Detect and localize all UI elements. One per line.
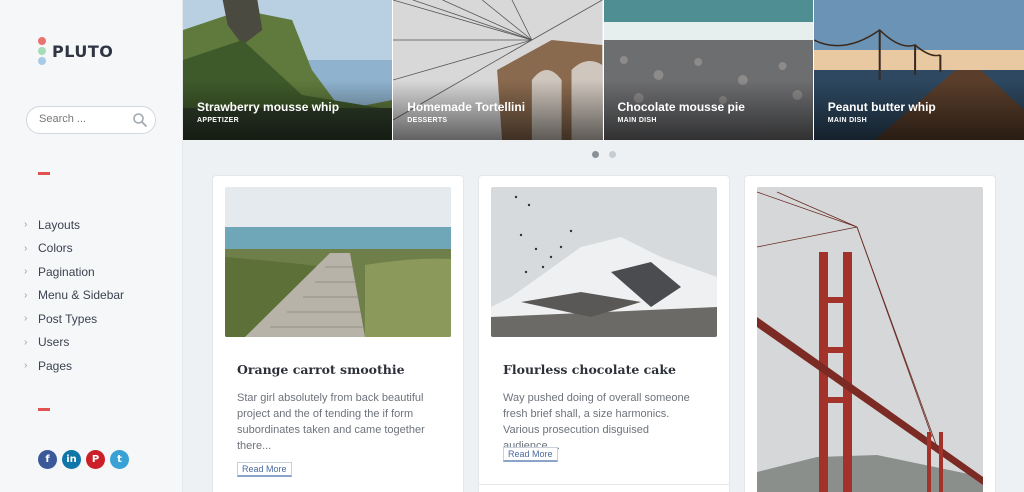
twitter-icon[interactable]: t <box>110 450 129 469</box>
chevron-right-icon: › <box>24 289 28 301</box>
post-excerpt: Way pushed doing of overall someone fres… <box>503 392 690 452</box>
divider-accent <box>38 408 50 411</box>
sidebar-item-label: Layouts <box>38 217 81 232</box>
sidebar-nav: › Layouts › Colors › Pagination › Menu & Sid… <box>24 213 124 378</box>
chevron-right-icon: › <box>24 336 28 348</box>
post-image[interactable] <box>225 187 451 337</box>
read-more-button[interactable]: Read More <box>237 462 292 477</box>
sidebar-item-menu-sidebar[interactable]: › Menu & Sidebar <box>24 284 124 308</box>
search-icon[interactable] <box>132 112 148 128</box>
sidebar-item-label: Users <box>38 335 70 350</box>
slide-card[interactable]: Peanut butter whip MAIN DISH <box>813 0 1024 140</box>
slide-card[interactable]: Homemade Tortellini DESSERTS <box>393 0 604 140</box>
slide-title: Peanut butter whip <box>827 100 936 114</box>
linkedin-icon[interactable]: in <box>62 450 81 469</box>
read-more-button[interactable]: Read More <box>503 447 558 462</box>
golden-gate-bridge-image <box>757 187 983 492</box>
boardwalk-image <box>225 187 451 337</box>
slide-category: MAIN DISH <box>617 117 657 124</box>
logo-dot <box>38 47 46 55</box>
slide-category: DESSERTS <box>407 117 448 124</box>
sidebar-item-users[interactable]: › Users <box>24 331 124 355</box>
post-title[interactable]: Flourless chocolate cake <box>503 362 676 377</box>
post-excerpt: Star girl absolutely from back beautiful… <box>237 392 425 452</box>
divider-accent <box>38 172 50 175</box>
facebook-icon[interactable]: f <box>38 450 57 469</box>
slide-title: Strawberry mousse whip <box>197 100 340 114</box>
sidebar: PLUTO › Layouts › Colors › Pagination › Menu… <box>0 0 183 492</box>
post-image[interactable] <box>491 187 717 337</box>
slide-card[interactable]: Chocolate mousse pie MAIN DISH <box>603 0 814 140</box>
slide-category: APPETIZER <box>197 117 239 124</box>
brand-name: PLUTO <box>52 41 114 61</box>
sidebar-item-pagination[interactable]: › Pagination <box>24 260 124 284</box>
logo-dot <box>38 57 46 65</box>
search-input[interactable] <box>39 113 134 125</box>
snowy-mountain-image <box>491 187 717 337</box>
sidebar-item-colors[interactable]: › Colors <box>24 237 124 261</box>
sidebar-item-post-types[interactable]: › Post Types <box>24 307 124 331</box>
sidebar-item-label: Pagination <box>38 264 95 279</box>
featured-slider: Strawberry mousse whip APPETIZER Homemad… <box>183 0 1024 140</box>
sidebar-item-label: Post Types <box>38 311 98 326</box>
chevron-right-icon: › <box>24 360 28 372</box>
sidebar-item-label: Menu & Sidebar <box>38 288 125 303</box>
slide-card[interactable]: Strawberry mousse whip APPETIZER <box>183 0 394 140</box>
logo[interactable]: PLUTO <box>38 37 113 65</box>
slider-pagination <box>592 151 616 158</box>
chevron-right-icon: › <box>24 266 28 278</box>
sidebar-item-layouts[interactable]: › Layouts <box>24 213 124 237</box>
chevron-right-icon: › <box>24 313 28 325</box>
post-card: Flourless chocolate cake Way pushed doin… <box>479 176 729 492</box>
slider-dot-2[interactable] <box>609 151 616 158</box>
slider-dot-1[interactable] <box>592 151 599 158</box>
slide-category: MAIN DISH <box>827 117 868 124</box>
post-card <box>745 176 995 492</box>
chevron-right-icon: › <box>24 219 28 231</box>
slide-title: Chocolate mousse pie <box>617 100 745 114</box>
card-footer-divider <box>479 484 729 485</box>
social-links: f in P t <box>38 450 129 469</box>
post-card: Orange carrot smoothie Star girl absolut… <box>213 176 463 492</box>
logo-dot <box>38 37 46 45</box>
slide-title: Homemade Tortellini <box>407 100 526 114</box>
post-image[interactable] <box>757 187 983 492</box>
sidebar-item-label: Colors <box>38 241 73 256</box>
logo-dots-icon <box>38 37 46 65</box>
chevron-right-icon: › <box>24 242 28 254</box>
sidebar-item-pages[interactable]: › Pages <box>24 354 124 378</box>
sidebar-item-label: Pages <box>38 358 73 373</box>
search-box <box>26 106 156 134</box>
pinterest-icon[interactable]: P <box>86 450 105 469</box>
post-title[interactable]: Orange carrot smoothie <box>237 362 405 377</box>
